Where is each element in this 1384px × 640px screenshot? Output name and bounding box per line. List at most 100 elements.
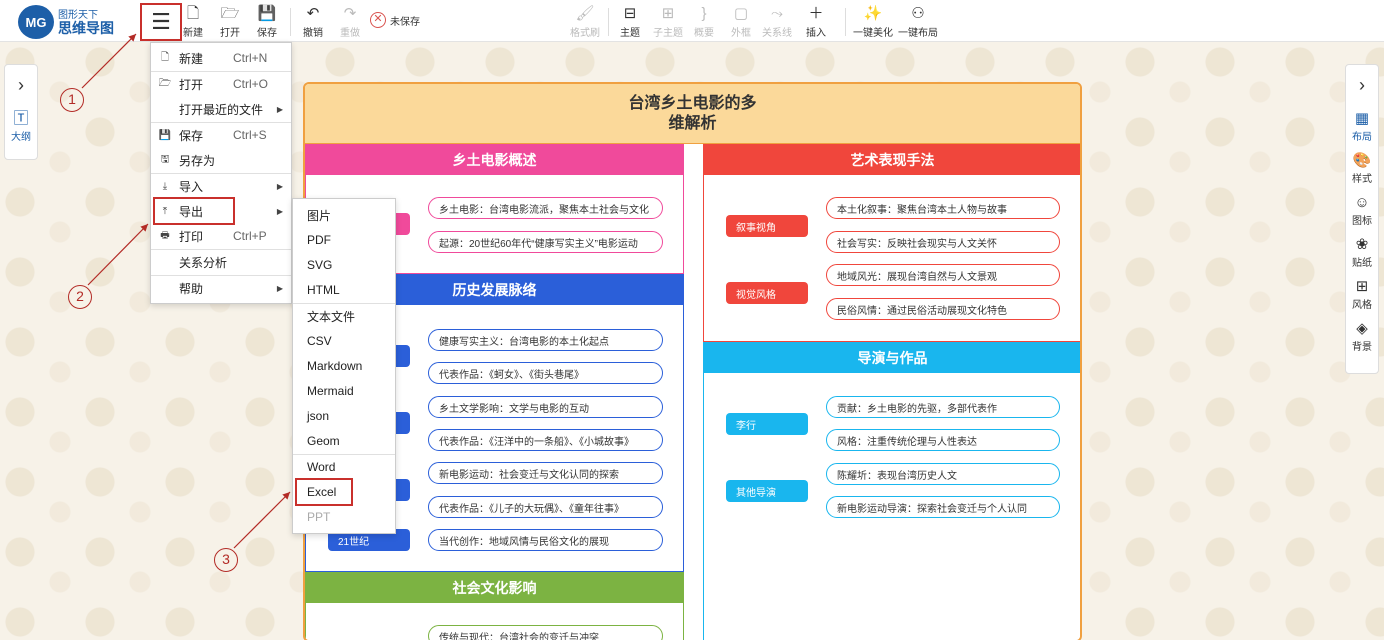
map-leaf-node[interactable]: 民俗风情：通过民俗活动展现文化特色 [826, 298, 1060, 320]
unsaved-x-icon: ✕ [370, 12, 386, 28]
new-file-icon: 🗋 [160, 51, 170, 63]
map-leaf-node[interactable]: 起源：20世纪60年代“健康写实主义”电影运动 [428, 231, 663, 253]
subtopic-icon: ⊞ [661, 5, 675, 22]
export-word[interactable]: Word [293, 455, 395, 479]
map-leaf-node[interactable]: 代表作品：《蚵女》、《街头巷尾》 [428, 362, 663, 384]
sticker-panel-button[interactable]: ❀ 贴纸 [1352, 231, 1372, 273]
printer-icon: 🖶 [160, 229, 170, 241]
layout-panel-button[interactable]: ▦ 布局 [1352, 105, 1372, 147]
export-markdown[interactable]: Markdown [293, 354, 395, 378]
menu-item-new[interactable]: 🗋 新建 Ctrl+N [151, 46, 291, 70]
redo-button[interactable]: ↷ 重做 [340, 4, 360, 39]
export-text[interactable]: 文本文件 [293, 304, 395, 328]
topic-icon: ⊟ [623, 5, 637, 22]
folder-icon: 🗁 [158, 77, 172, 89]
section-art[interactable]: 艺术表现手法 叙事视角 视觉风格 本土化叙事：聚焦台湾本土人物与故事 社会写实：… [703, 144, 1080, 342]
layers-icon: ◈ [1356, 319, 1368, 337]
map-leaf-node[interactable]: 健康写实主义：台湾电影的本土化起点 [428, 329, 663, 351]
undo-button[interactable]: ↶ 撤销 [303, 4, 323, 39]
summary-button[interactable]: } 概要 [694, 4, 714, 39]
layout-icon: ⚇ [911, 5, 925, 22]
save-button[interactable]: 💾 保存 [257, 4, 277, 39]
export-json[interactable]: json [293, 404, 395, 428]
subtopic-button[interactable]: ⊞ 子主题 [653, 4, 683, 39]
frame-icon: ▢ [733, 5, 749, 22]
smiley-icon: ☺ [1354, 193, 1370, 211]
logo-main-text: 思维导图 [58, 20, 114, 36]
palette-icon: 🎨 [1352, 151, 1372, 169]
map-leaf-node[interactable]: 贡献：乡土电影的先驱，多部代表作 [826, 396, 1060, 418]
annotation-circle-2: 2 [68, 285, 92, 309]
map-leaf-node[interactable]: 新电影运动导演：探索社会变迁与个人认同 [826, 496, 1060, 518]
section-social[interactable]: 社会文化影响 传统与现代：台湾社会的变迁与冲突 [305, 572, 684, 640]
art-mid-node[interactable]: 叙事视角 [726, 215, 808, 237]
expand-left-chevron-icon[interactable]: › [18, 65, 24, 105]
export-html[interactable]: HTML [293, 278, 395, 302]
map-leaf-node[interactable]: 新电影运动：社会变迁与文化认同的探索 [428, 462, 663, 484]
new-button[interactable]: 🗋 新建 [183, 4, 203, 39]
map-leaf-node[interactable]: 代表作品：《汪洋中的一条船》、《小城故事》 [428, 429, 663, 451]
format-brush-button[interactable]: 🖌 格式刷 [570, 4, 600, 39]
insert-button[interactable]: ＋插入 [806, 4, 826, 39]
frame-button[interactable]: ▢ 外框 [731, 4, 751, 39]
map-leaf-node[interactable]: 本土化叙事：聚焦台湾本土人物与故事 [826, 197, 1060, 219]
theme-panel-button[interactable]: ⊞ 风格 [1352, 273, 1372, 315]
export-highlight-box [153, 197, 235, 225]
menu-item-help[interactable]: 帮助 ▶ [151, 276, 291, 300]
menu-item-save-as[interactable]: 🖫 另存为 [151, 148, 291, 172]
beautify-button[interactable]: ✨ 一键美化 [853, 4, 893, 39]
export-svg[interactable]: SVG [293, 253, 395, 277]
section-title: 导演与作品 [704, 343, 1080, 373]
open-button[interactable]: 🗁 打开 [220, 4, 240, 39]
map-leaf-node[interactable]: 乡土文学影响：文学与电影的互动 [428, 396, 663, 418]
main-menu-button[interactable]: ☰ [140, 3, 182, 41]
expand-right-chevron-icon[interactable]: › [1359, 65, 1365, 105]
import-icon: ⤓ [162, 180, 168, 192]
auto-layout-button[interactable]: ⚇ 一键布局 [898, 4, 938, 39]
map-leaf-node[interactable]: 风格：注重传统伦理与人性表达 [826, 429, 1060, 451]
relation-line-button[interactable]: ⤳ 关系线 [762, 4, 792, 39]
hamburger-icon: ☰ [151, 9, 171, 34]
menu-item-recent[interactable]: 打开最近的文件 ▶ [151, 97, 291, 121]
icon-panel-button[interactable]: ☺ 图标 [1352, 189, 1372, 231]
undo-icon: ↶ [306, 5, 320, 22]
annotation-circle-3: 3 [214, 548, 238, 572]
director-mid-node[interactable]: 李行 [726, 413, 808, 435]
mind-map[interactable]: 台湾乡土电影的多 维解析 乡土电影概述 乡土电影：台湾电影流派，聚焦本土社会与文化… [303, 82, 1082, 640]
export-ppt[interactable]: PPT [293, 505, 395, 529]
submenu-arrow-icon: ▶ [276, 283, 283, 293]
style-panel-button[interactable]: 🎨 样式 [1352, 147, 1372, 189]
export-mermaid[interactable]: Mermaid [293, 379, 395, 403]
map-leaf-node[interactable]: 乡土电影：台湾电影流派，聚焦本土社会与文化 [428, 197, 663, 219]
toolbar-divider [845, 8, 846, 36]
menu-item-print[interactable]: 🖶 打印 Ctrl+P [151, 224, 291, 248]
topic-button[interactable]: ⊟ 主题 [620, 4, 640, 39]
map-leaf-node[interactable]: 传统与现代：台湾社会的变迁与冲突 [428, 625, 663, 640]
map-leaf-node[interactable]: 地域风光：展现台湾自然与人文景观 [826, 264, 1060, 286]
menu-item-open[interactable]: 🗁 打开 Ctrl+O [151, 72, 291, 96]
section-director[interactable]: 导演与作品 李行 其他导演 贡献：乡土电影的先驱，多部代表作 风格：注重传统伦理… [703, 342, 1080, 640]
menu-item-import[interactable]: ⤓ 导入 ▶ [151, 174, 291, 198]
plus-icon: ＋ [808, 5, 824, 22]
background-panel-button[interactable]: ◈ 背景 [1352, 315, 1372, 357]
relation-icon: ⤳ [770, 5, 783, 22]
export-csv[interactable]: CSV [293, 329, 395, 353]
new-file-icon: 🗋 [186, 5, 200, 22]
export-pdf[interactable]: PDF [293, 228, 395, 252]
map-leaf-node[interactable]: 代表作品：《儿子的大玩偶》、《童年往事》 [428, 496, 663, 518]
map-leaf-node[interactable]: 社会写实：反映社会现实与人文关怀 [826, 231, 1060, 253]
export-geom[interactable]: Geom [293, 429, 395, 453]
menu-item-relation-analysis[interactable]: 关系分析 [151, 250, 291, 274]
map-root-title[interactable]: 台湾乡土电影的多 维解析 [305, 84, 1080, 144]
left-panel: › 🅃 大纲 [4, 64, 38, 160]
map-leaf-node[interactable]: 陈耀圻：表现台湾历史人文 [826, 463, 1060, 485]
section-title: 乡土电影概述 [306, 145, 683, 175]
director-mid-node[interactable]: 其他导演 [726, 480, 808, 502]
menu-item-save[interactable]: 💾 保存 Ctrl+S [151, 123, 291, 147]
map-leaf-node[interactable]: 当代创作：地域风情与民俗文化的展现 [428, 529, 663, 551]
art-mid-node[interactable]: 视觉风格 [726, 282, 808, 304]
outline-button[interactable]: 🅃 大纲 [11, 105, 31, 147]
right-panel: › ▦ 布局 🎨 样式 ☺ 图标 ❀ 贴纸 ⊞ 风格 ◈ 背景 [1345, 64, 1379, 374]
export-image[interactable]: 图片 [293, 203, 395, 227]
magic-wand-icon: ✨ [863, 5, 883, 22]
